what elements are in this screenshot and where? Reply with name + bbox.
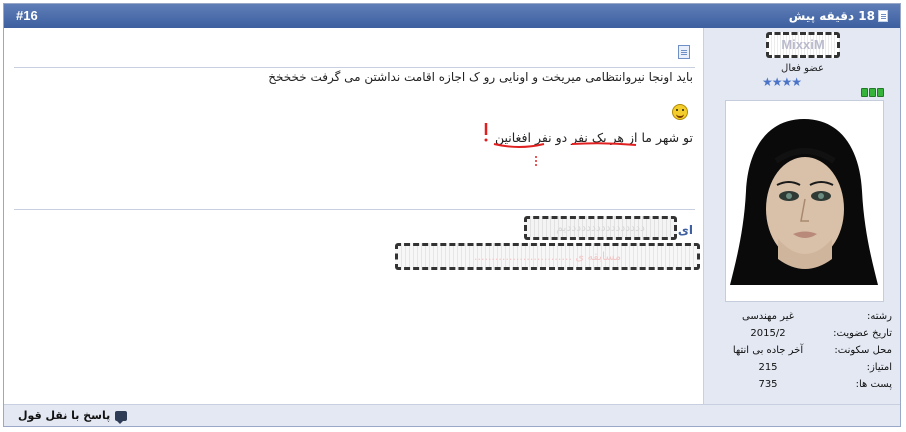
detail-value: آخر جاده بی انتها xyxy=(732,345,804,356)
detail-label: امتیاز: xyxy=(866,362,892,373)
post-header: #16 18 دقیقه پیش xyxy=(4,4,900,28)
detail-row: رشته: غیر مهندسی xyxy=(714,308,892,325)
underline-2 xyxy=(571,142,637,146)
post-number[interactable]: #16 xyxy=(16,8,38,23)
avatar-face xyxy=(766,157,844,261)
user-info-panel: MixxiM عضو فعال ★★★★ رشته: غیر مهندسی تا… xyxy=(703,28,900,404)
online-status-icon xyxy=(861,88,884,97)
smiley-icon xyxy=(672,104,688,120)
user-details: رشته: غیر مهندسی تاریخ عضویت: 2015/2 محل… xyxy=(714,308,892,393)
detail-row: پست ها: 735 xyxy=(714,376,892,393)
detail-label: پست ها: xyxy=(855,379,892,390)
underline-1 xyxy=(493,143,545,148)
post-date-text: 18 دقیقه پیش xyxy=(788,9,875,23)
detail-row: امتیاز: 215 xyxy=(714,359,892,376)
reply-with-quote-button[interactable]: پاسخ با نقل قول xyxy=(18,409,128,424)
post-date: 18 دقیقه پیش xyxy=(789,9,888,23)
star-icon: ★★★★ xyxy=(762,75,802,89)
quote-icon xyxy=(115,410,128,424)
reply-with-quote-label: پاسخ با نقل قول xyxy=(18,409,111,422)
signature-divider xyxy=(14,209,695,210)
user-title: عضو فعال xyxy=(781,63,824,74)
signature-blurred-text-2: مسابقه ی ............................ xyxy=(395,243,700,270)
message-line-1: باید اونجا نیروانتظامی میریخت و اونایی ر… xyxy=(268,70,693,84)
signature-blurred-text-1: ددددددددددددددددیم xyxy=(524,216,677,240)
detail-value: 2015/2 xyxy=(750,328,786,339)
username[interactable]: MixxiM xyxy=(766,32,840,58)
exclamation-dot xyxy=(484,138,488,142)
red-annotation-marks xyxy=(484,123,637,166)
detail-row: محل سکونت: آخر جاده بی انتها xyxy=(714,342,892,359)
detail-label: تاریخ عضویت: xyxy=(833,328,892,339)
post-content: باید اونجا نیروانتظامی میریخت و اونایی ر… xyxy=(4,28,705,404)
document-icon xyxy=(878,10,888,22)
detail-label: محل سکونت: xyxy=(834,345,892,356)
document-icon xyxy=(678,45,690,59)
post-footer: پاسخ با نقل قول xyxy=(4,404,900,426)
detail-value: غیر مهندسی xyxy=(742,311,794,322)
avatar[interactable] xyxy=(725,100,884,302)
divider xyxy=(14,67,695,68)
detail-value: 735 xyxy=(758,379,778,390)
detail-row: تاریخ عضویت: 2015/2 xyxy=(714,325,892,342)
detail-label: رشته: xyxy=(867,311,892,322)
signature-label: ای xyxy=(677,223,693,237)
avatar-image xyxy=(726,101,883,301)
detail-value: 215 xyxy=(758,362,778,373)
post-container: #16 18 دقیقه پیش باید اونجا نیروانتظامی … xyxy=(3,3,901,427)
